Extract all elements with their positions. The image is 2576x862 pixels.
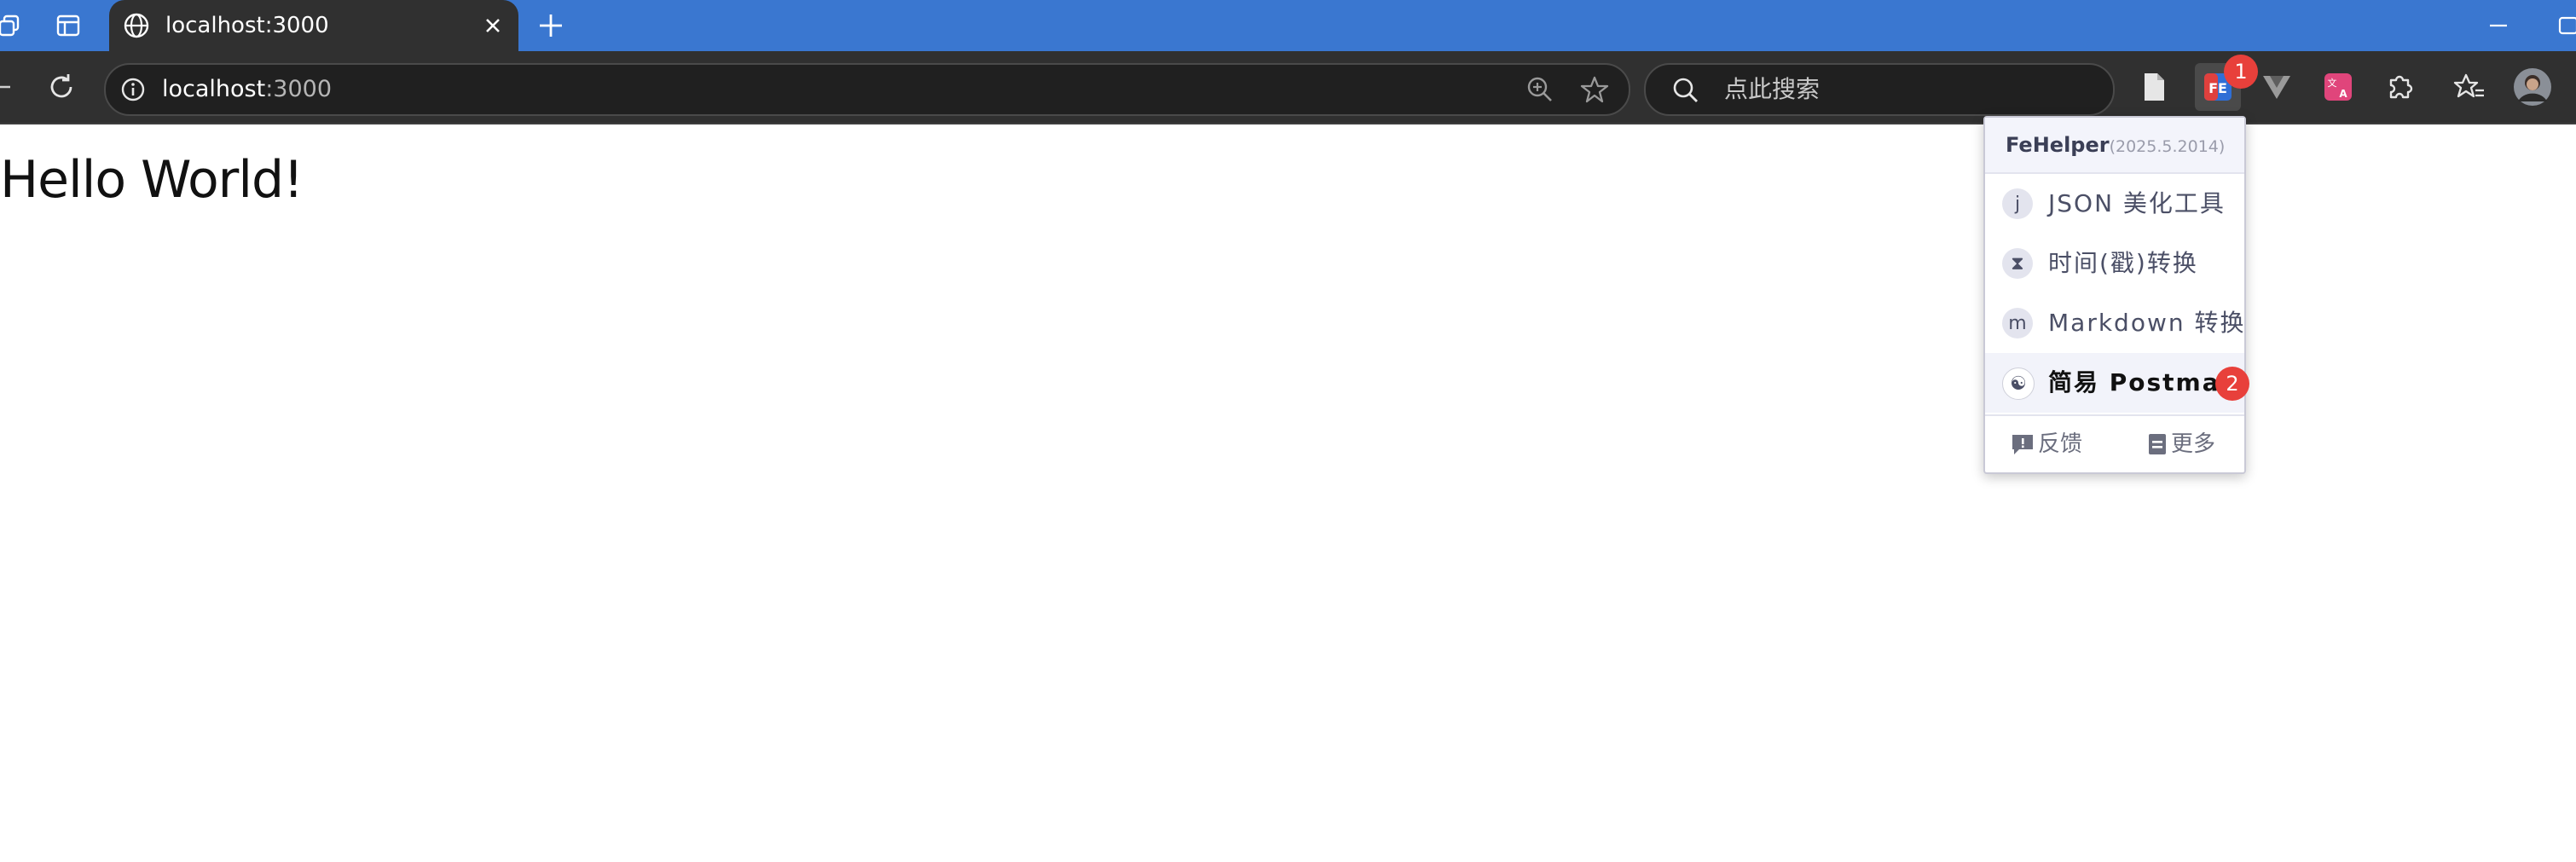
- yin-yang-icon: ☯: [2002, 367, 2035, 400]
- page-heading: Hello World!: [0, 150, 304, 210]
- favorite-star-icon[interactable]: [1579, 74, 1610, 105]
- menu-item-label: 简易 Postman: [2048, 368, 2239, 396]
- refresh-icon[interactable]: [41, 67, 82, 107]
- toolbar: localhost:3000 点此搜索 FE 1 文A: [0, 51, 2576, 124]
- close-tab-icon[interactable]: [479, 12, 507, 39]
- json-icon: j: [2002, 188, 2033, 219]
- tab-localhost[interactable]: localhost:3000: [109, 0, 518, 51]
- menu-item-postman[interactable]: ☯ 简易 Postman: [1985, 353, 2244, 413]
- menu-item-json[interactable]: j JSON 美化工具: [1985, 174, 2244, 234]
- menu-item-markdown[interactable]: m Markdown 转换: [1985, 293, 2244, 353]
- feedback-label: 反馈: [2038, 431, 2083, 457]
- popup-title: FeHelper(2025.5.2014): [2006, 118, 2225, 174]
- menu-item-label: 时间(戳)转换: [2048, 249, 2198, 277]
- address-text[interactable]: localhost:3000: [162, 65, 332, 114]
- minimize-icon[interactable]: [2483, 10, 2514, 41]
- vertical-tabs-icon[interactable]: [53, 10, 84, 41]
- tab-title: localhost:3000: [165, 13, 329, 38]
- popup-title-text: FeHelper: [2006, 133, 2110, 157]
- search-box[interactable]: 点此搜索: [1644, 63, 2115, 116]
- menu-item-timestamp[interactable]: ⧗ 时间(戳)转换: [1985, 234, 2244, 293]
- new-tab-icon[interactable]: [534, 9, 568, 43]
- address-host: localhost: [162, 76, 266, 102]
- popup-footer: 反馈 更多: [1985, 414, 2244, 472]
- translate-extension-icon[interactable]: 文A: [2318, 67, 2359, 107]
- extensions-puzzle-icon[interactable]: [2379, 67, 2420, 107]
- vue-devtools-icon[interactable]: [2256, 67, 2297, 107]
- feedback-icon: [2012, 435, 2033, 454]
- menu-item-label: JSON 美化工具: [2048, 189, 2226, 217]
- zoom-icon[interactable]: [1525, 74, 1555, 105]
- globe-icon: [124, 13, 149, 38]
- reading-view-icon[interactable]: [2133, 67, 2174, 107]
- more-label: 更多: [2171, 431, 2216, 457]
- more-icon: [2149, 434, 2166, 454]
- site-info-icon[interactable]: [119, 76, 147, 103]
- menu-item-label: Markdown 转换: [2048, 309, 2246, 337]
- address-port: :3000: [265, 76, 333, 102]
- tab-strip: localhost:3000: [0, 0, 2576, 51]
- feedback-link[interactable]: 反馈: [2011, 416, 2082, 472]
- step-badge: 2: [2215, 367, 2249, 401]
- favorites-icon[interactable]: [2449, 67, 2490, 107]
- restore-icon[interactable]: [2555, 10, 2576, 41]
- svg-text:文: 文: [2328, 77, 2337, 89]
- profile-avatar[interactable]: [2512, 67, 2553, 107]
- address-bar[interactable]: localhost:3000: [104, 63, 1630, 116]
- svg-text:A: A: [2339, 88, 2347, 100]
- search-icon: [1673, 78, 1698, 102]
- hourglass-icon: ⧗: [2002, 248, 2033, 279]
- search-placeholder: 点此搜索: [1724, 75, 1821, 103]
- workspaces-icon[interactable]: [0, 10, 26, 41]
- fehelper-popup: FeHelper(2025.5.2014) j JSON 美化工具 ⧗ 时间(戳…: [1983, 116, 2246, 474]
- extension-badge: 1: [2224, 55, 2258, 89]
- svg-text:FE: FE: [2208, 80, 2227, 96]
- popup-version: (2025.5.2014): [2109, 137, 2226, 156]
- popup-header: FeHelper(2025.5.2014): [1985, 118, 2244, 174]
- markdown-icon: m: [2002, 308, 2033, 338]
- back-icon[interactable]: [0, 67, 20, 107]
- more-link[interactable]: 更多: [2147, 416, 2215, 472]
